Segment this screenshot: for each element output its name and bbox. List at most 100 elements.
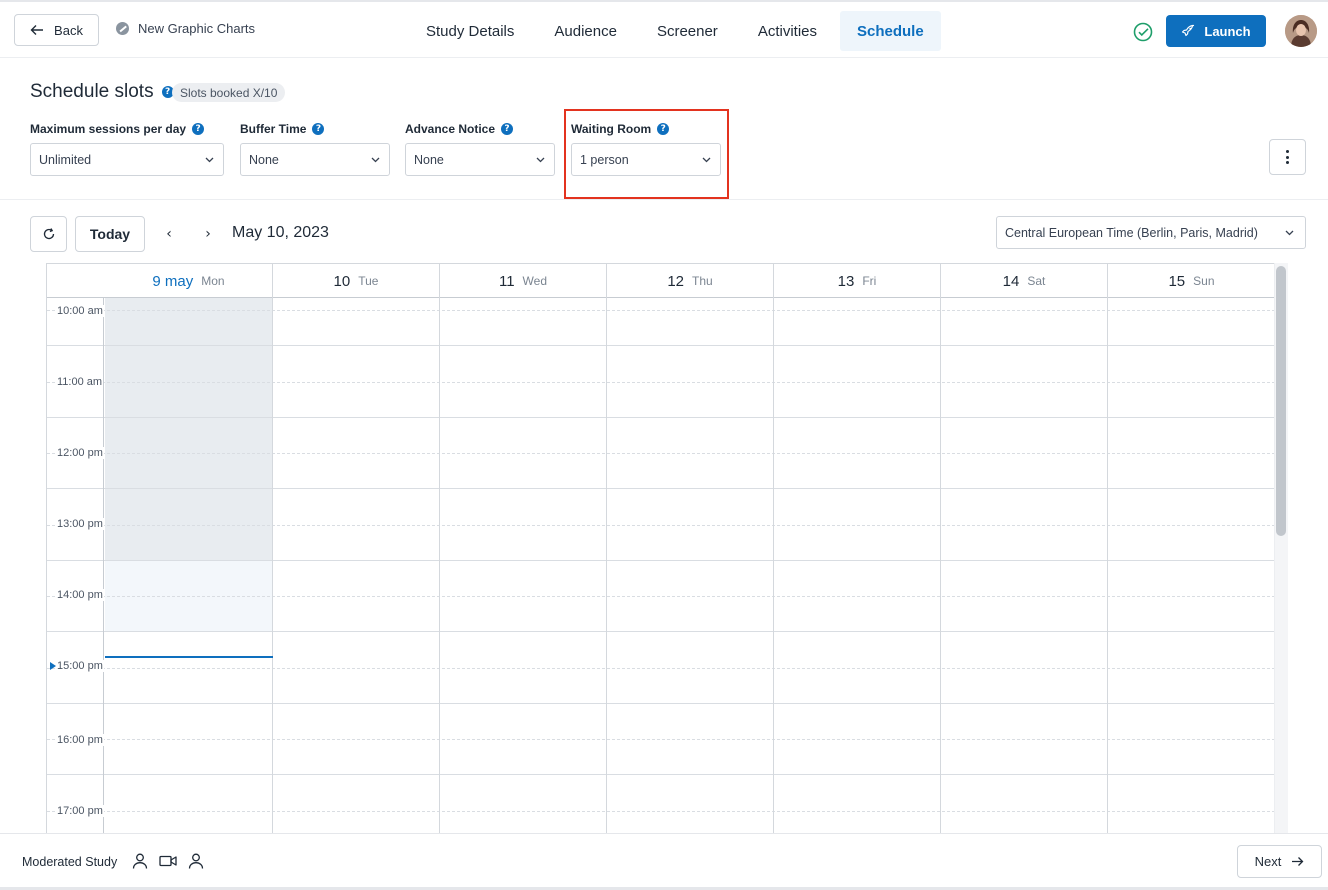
tab-audience[interactable]: Audience <box>537 11 634 51</box>
page-title: Schedule slots ? <box>30 81 174 103</box>
next-button-label: Next <box>1254 854 1282 869</box>
tab-study-details[interactable]: Study Details <box>409 11 531 51</box>
time-label: 17:00 pm <box>57 805 104 817</box>
chevron-down-icon <box>205 157 214 163</box>
footer: Moderated Study Next <box>0 833 1328 890</box>
advance-notice-label-text: Advance Notice <box>405 122 496 136</box>
day-header-tue: 10 Tue <box>273 264 440 298</box>
arrow-right-icon <box>1292 857 1304 866</box>
time-label: 14:00 pm <box>57 589 104 601</box>
help-icon[interactable]: ? <box>312 123 325 135</box>
chevron-down-icon <box>1285 230 1294 236</box>
avatar[interactable] <box>1285 15 1317 47</box>
day-number: 9 may <box>152 272 194 290</box>
time-label: 11:00 am <box>57 376 104 388</box>
next-button[interactable]: Next <box>1237 845 1322 878</box>
study-name: New Graphic Charts <box>116 21 255 36</box>
help-icon[interactable]: ? <box>192 123 205 135</box>
time-label: 10:00 am <box>57 305 104 317</box>
arrow-left-icon <box>30 25 44 35</box>
rocket-icon <box>1182 24 1195 37</box>
prev-week-button[interactable]: ‹ <box>159 224 179 244</box>
waiting-room-highlight <box>564 109 729 199</box>
timezone-select[interactable]: Central European Time (Berlin, Paris, Ma… <box>996 216 1306 249</box>
day-header-thu: 12 Thu <box>607 264 774 298</box>
slots-badge: Slots booked X/10 <box>172 83 286 102</box>
max-sessions-label-text: Maximum sessions per day <box>30 122 187 136</box>
max-sessions-label: Maximum sessions per day ? <box>30 122 224 136</box>
day-column[interactable] <box>273 298 440 833</box>
person-icon <box>188 853 204 869</box>
top-bar: Back New Graphic Charts Study Details Au… <box>0 0 1328 58</box>
launch-button-label: Launch <box>1204 23 1251 39</box>
max-sessions-field: Maximum sessions per day ? Unlimited <box>30 122 224 176</box>
day-number: 15 <box>1168 272 1186 290</box>
tab-activities[interactable]: Activities <box>741 11 834 51</box>
scrollbar-thumb[interactable] <box>1276 266 1286 536</box>
week-calendar: 9 may Mon 10 Tue 11 Wed 12 Thu 13 Fri 14… <box>46 263 1274 833</box>
day-column[interactable] <box>105 298 273 833</box>
edit-status-icon <box>116 22 129 35</box>
day-name: Wed <box>522 274 548 288</box>
day-name: Sun <box>1193 274 1215 288</box>
person-icon <box>132 853 148 869</box>
check-circle-icon[interactable] <box>1132 21 1154 43</box>
refresh-button[interactable] <box>30 216 67 252</box>
chevron-down-icon <box>371 157 380 163</box>
current-time-line <box>105 656 273 658</box>
video-icon <box>159 855 177 867</box>
current-date: May 10, 2023 <box>232 224 329 241</box>
buffer-time-label-text: Buffer Time <box>240 122 307 136</box>
kebab-dot <box>1286 161 1289 164</box>
current-time-marker <box>50 662 56 670</box>
time-label: 12:00 pm <box>57 447 104 459</box>
day-name: Thu <box>692 274 713 288</box>
buffer-time-label: Buffer Time ? <box>240 122 390 136</box>
day-name: Tue <box>358 274 379 288</box>
back-button-label: Back <box>54 22 83 38</box>
day-name: Fri <box>862 274 877 288</box>
advance-notice-label: Advance Notice ? <box>405 122 555 136</box>
day-name: Mon <box>201 274 225 288</box>
day-header-fri: 13 Fri <box>774 264 941 298</box>
study-type-icons <box>131 852 205 870</box>
page-title-text: Schedule slots <box>30 81 154 102</box>
time-label: 16:00 pm <box>57 734 104 746</box>
timezone-value: Central European Time (Berlin, Paris, Ma… <box>1005 225 1258 240</box>
day-number: 14 <box>1002 272 1020 290</box>
time-label: 15:00 pm <box>57 660 104 672</box>
day-column[interactable] <box>774 298 941 833</box>
day-header-sun: 15 Sun <box>1108 264 1274 298</box>
day-column[interactable] <box>607 298 774 833</box>
day-number: 13 <box>837 272 855 290</box>
today-button[interactable]: Today <box>75 216 145 252</box>
day-number: 12 <box>667 272 684 290</box>
tab-schedule[interactable]: Schedule <box>840 11 941 51</box>
launch-button[interactable]: Launch <box>1166 15 1266 47</box>
study-name-label: New Graphic Charts <box>138 21 256 36</box>
buffer-time-select[interactable]: None <box>240 143 390 176</box>
day-column[interactable] <box>1108 298 1274 833</box>
day-column[interactable] <box>941 298 1108 833</box>
day-number: 10 <box>333 272 351 290</box>
back-button[interactable]: Back <box>14 14 99 46</box>
day-header-mon: 9 may Mon <box>105 264 273 298</box>
day-column[interactable] <box>440 298 607 833</box>
max-sessions-value: Unlimited <box>39 152 92 167</box>
next-week-button[interactable]: › <box>198 224 218 244</box>
avatar-image <box>1285 15 1317 47</box>
day-number: 11 <box>498 272 515 290</box>
time-column: 10:00 am 11:00 am 12:00 pm 13:00 pm 14:0… <box>47 298 104 833</box>
study-type-label: Moderated Study <box>22 855 118 869</box>
tab-screener[interactable]: Screener <box>640 11 735 51</box>
advance-notice-value: None <box>414 152 444 167</box>
kebab-dot <box>1286 155 1289 159</box>
more-options-button[interactable] <box>1269 139 1306 175</box>
help-icon[interactable]: ? <box>501 123 514 135</box>
day-header-sat: 14 Sat <box>941 264 1108 298</box>
chevron-down-icon <box>536 157 545 163</box>
advance-notice-field: Advance Notice ? None <box>405 122 555 176</box>
kebab-dot <box>1286 150 1289 153</box>
max-sessions-select[interactable]: Unlimited <box>30 143 224 176</box>
advance-notice-select[interactable]: None <box>405 143 555 176</box>
